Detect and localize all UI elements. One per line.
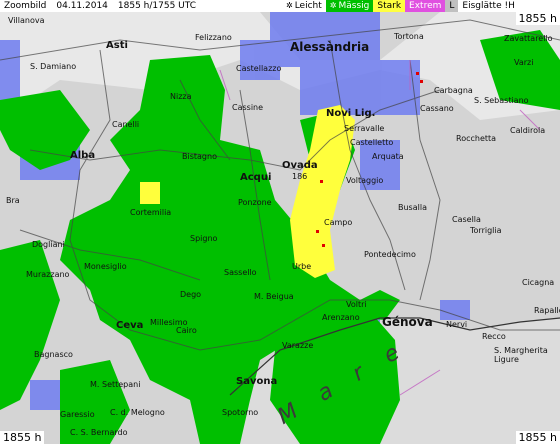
place-cicagna: Cicagna [522,278,555,287]
place-ceva: Ceva [116,320,144,331]
place-cassano: Cassano [420,104,454,113]
place-s-margherita: S. Margherita Ligure [494,346,548,364]
legend-stark: Stark [373,0,406,12]
place-voltaggio: Voltaggio [346,176,384,185]
place-murazzano: Murazzano [26,270,70,279]
place-arenzano: Arenzano [322,313,360,322]
place-nervi: Nervi [446,320,468,329]
place-casella: Casella [452,215,481,224]
legend-leicht-label: Leicht [294,1,322,11]
place-torriglia: Torriglia [470,226,502,235]
place-spigno: Spigno [190,234,218,243]
place-genova: Génova [382,315,433,329]
place-c-d-melogno: C. d. Melogno [110,408,165,417]
place-asti: Asti [106,40,128,51]
header-info: Zoombild 04.11.2014 1855 h/1755 UTC [0,0,282,12]
legend-massig-label: Mässig [338,1,370,11]
legend-stark-label: Stark [377,1,402,11]
place-varzi: Varzi [514,58,534,67]
map-title: Zoombild [4,1,47,11]
moderate-snow-icon: ✲ [329,1,337,10]
place-bistagno: Bistagno [182,152,217,161]
place-castelletto: Castelletto [350,138,394,147]
place-carbagna: Carbagna [434,86,473,95]
place-m-beigua: M. Beigua [254,292,294,301]
place-novi: Novi Lig. [326,108,376,119]
place-recco: Recco [482,332,506,341]
place-m-settepani: M. Settepani [90,380,141,389]
place-busalla: Busalla [398,203,427,212]
legend-l-label: L [449,1,455,11]
corner-time-bottom-right: 1855 h [515,431,560,444]
place-dego: Dego [180,290,202,299]
place-ovada: Ovada [282,160,318,171]
place-campo: Campo [324,218,353,227]
place-varazze: Varazze [282,341,314,350]
place-cairo: Cairo [176,326,197,335]
place-bagnasco: Bagnasco [34,350,73,359]
place-serravalle: Serravalle [344,124,385,133]
legend-leicht: ✲ Leicht [282,0,326,12]
place-bra: Bra [6,196,20,205]
header-bar: Zoombild 04.11.2014 1855 h/1755 UTC ✲ Le… [0,0,560,12]
place-voltri: Voltri [346,300,367,309]
place-zavattarello: Zavattarello [504,34,553,43]
elevation-ovada: 186 [292,172,308,181]
legend-massig: ✲ Mässig [325,0,374,12]
map-date: 04.11.2014 [56,1,108,11]
place-arquata: Arquata [372,152,404,161]
place-sassello: Sassello [224,268,257,277]
place-nizza: Nizza [170,92,192,101]
place-pontedecimo: Pontedecimo [364,250,416,259]
legend-extrem-label: Extrem [409,1,442,11]
place-rapallo: Rapallo [534,306,560,315]
place-urbe: Urbe [292,262,312,271]
legend-eisglatte: Eisglätte !H [458,0,519,12]
place-garessio: Garessio [60,410,95,419]
place-canelli: Canelli [112,120,140,129]
corner-time-bottom-left: 1855 h [0,431,45,444]
place-rocchetta: Rocchetta [456,134,497,143]
place-villanova: Villanova [8,16,45,25]
place-ponzone: Ponzone [238,198,272,207]
place-felizzano: Felizzano [195,33,232,42]
light-snow-icon: ✲ [286,1,293,10]
place-caldirola: Caldirola [510,126,546,135]
place-savona: Savona [236,376,278,387]
place-acqui: Acqui [240,172,272,183]
corner-time-top-right: 1855 h [515,12,560,25]
place-alessandria: Alessàndria [290,40,370,54]
place-dogliani: Dogliani [32,240,65,249]
place-cortemilia: Cortemilia [130,208,172,217]
legend-eisglatte-label: Eisglätte !H [462,1,515,11]
place-alba: Alba [70,150,96,161]
legend-extrem: Extrem [405,0,446,12]
place-tortona: Tortona [394,32,424,41]
place-spotorno: Spotorno [222,408,259,417]
place-s-sebastiano: S. Sebastiano [474,96,529,105]
legend-l: L [445,0,459,12]
place-c-s-bernardo: C. S. Bernardo [70,428,128,437]
place-cassine: Cassine [232,103,264,112]
place-castellazzo: Castellazzo [236,64,282,73]
place-monesiglio: Monesiglio [84,262,127,271]
map-time: 1855 h/1755 UTC [117,1,197,11]
place-s-damiano: S. Damiano [30,62,77,71]
